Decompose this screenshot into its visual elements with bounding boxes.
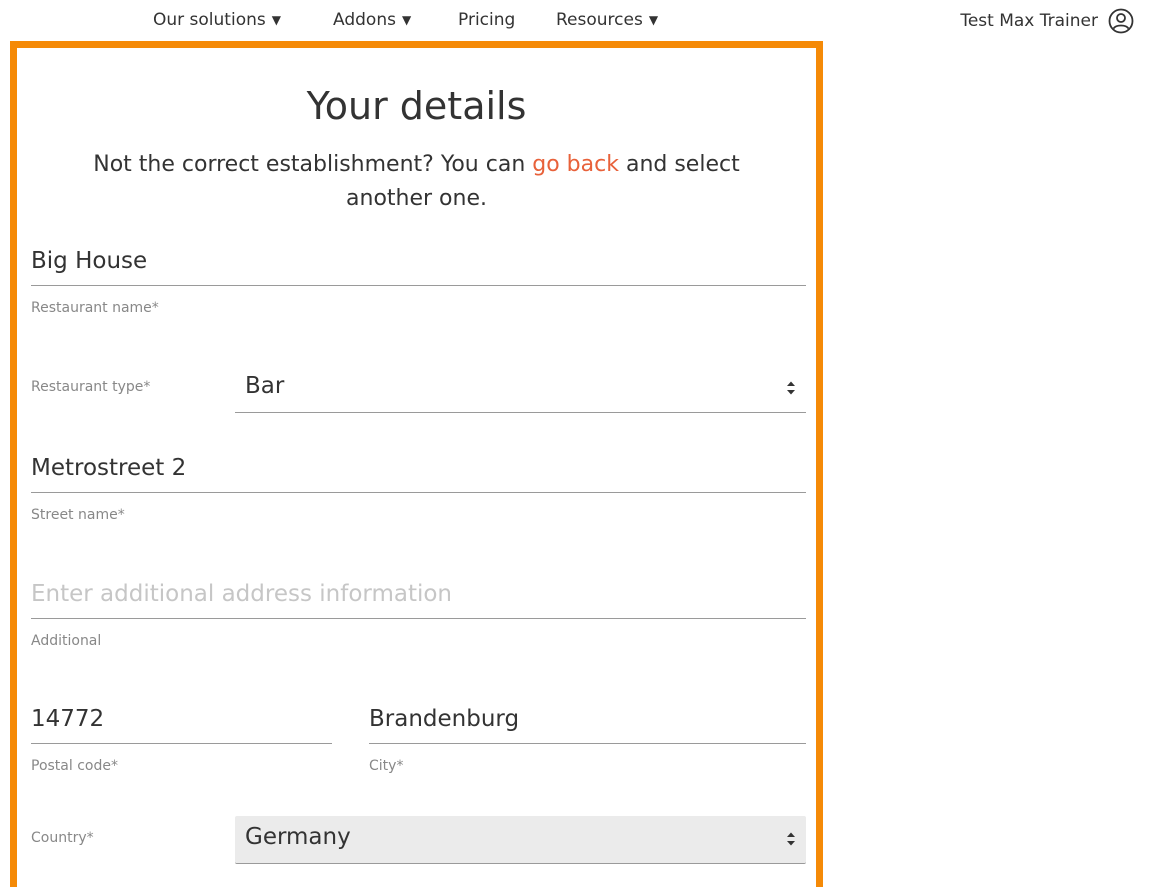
subtitle-text-before: Not the correct establishment? You can [93,152,533,177]
page-subtitle: Not the correct establishment? You can g… [57,148,776,216]
restaurant-name-field[interactable]: Big House Restaurant name* [31,244,806,316]
nav-addons-label: Addons [333,10,396,30]
user-name: Test Max Trainer [960,11,1098,31]
input-underline [31,285,806,286]
user-menu[interactable]: Test Max Trainer [960,8,1134,34]
restaurant-type-label: Restaurant type* [31,379,151,395]
page-title: Your details [306,84,527,128]
top-navigation: Our solutions ▼ Addons ▼ Pricing Resources… [0,0,1150,40]
country-select[interactable]: Germany [235,816,806,864]
caret-down-icon: ▼ [271,13,281,27]
caret-down-icon: ▼ [401,13,412,27]
input-underline [369,743,806,744]
details-card: Your details Not the correct establishme… [10,41,823,887]
street-name-input[interactable]: Metrostreet 2 [31,451,806,485]
additional-label: Additional [31,633,102,649]
additional-field[interactable]: Enter additional address information Add… [31,577,806,649]
nav-pricing[interactable]: Pricing [458,10,515,30]
nav-pricing-label: Pricing [458,10,516,30]
input-underline [31,743,332,744]
restaurant-type-value: Bar [245,373,285,399]
city-input[interactable]: Brandenburg [369,702,806,736]
additional-input[interactable]: Enter additional address information [31,577,806,611]
city-field[interactable]: Brandenburg City* [369,702,806,774]
restaurant-type-select[interactable]: Bar [235,365,806,413]
input-underline [31,492,806,493]
country-value: Germany [245,824,351,850]
street-name-field[interactable]: Metrostreet 2 Street name* [31,451,806,523]
street-name-label: Street name* [31,507,125,523]
city-label: City* [369,758,404,774]
restaurant-name-label: Restaurant name* [31,300,159,316]
nav-resources-label: Resources [556,10,643,30]
nav-resources[interactable]: Resources ▼ [556,10,658,30]
restaurant-name-input[interactable]: Big House [31,244,806,278]
restaurant-type-row: Restaurant type* Bar [31,365,806,413]
country-label: Country* [31,830,94,846]
user-circle-icon [1108,8,1134,34]
select-arrows-icon [787,381,795,395]
country-row: Country* Germany [31,816,806,864]
select-arrows-icon [787,832,795,846]
input-underline [31,618,806,619]
nav-addons[interactable]: Addons ▼ [333,10,411,30]
postal-code-field[interactable]: 14772 Postal code* [31,702,332,774]
nav-our-solutions-label: Our solutions [153,10,266,30]
go-back-link[interactable]: go back [532,152,619,177]
postal-code-label: Postal code* [31,758,118,774]
postal-code-input[interactable]: 14772 [31,702,332,736]
nav-our-solutions[interactable]: Our solutions ▼ [153,10,281,30]
caret-down-icon: ▼ [648,13,659,27]
